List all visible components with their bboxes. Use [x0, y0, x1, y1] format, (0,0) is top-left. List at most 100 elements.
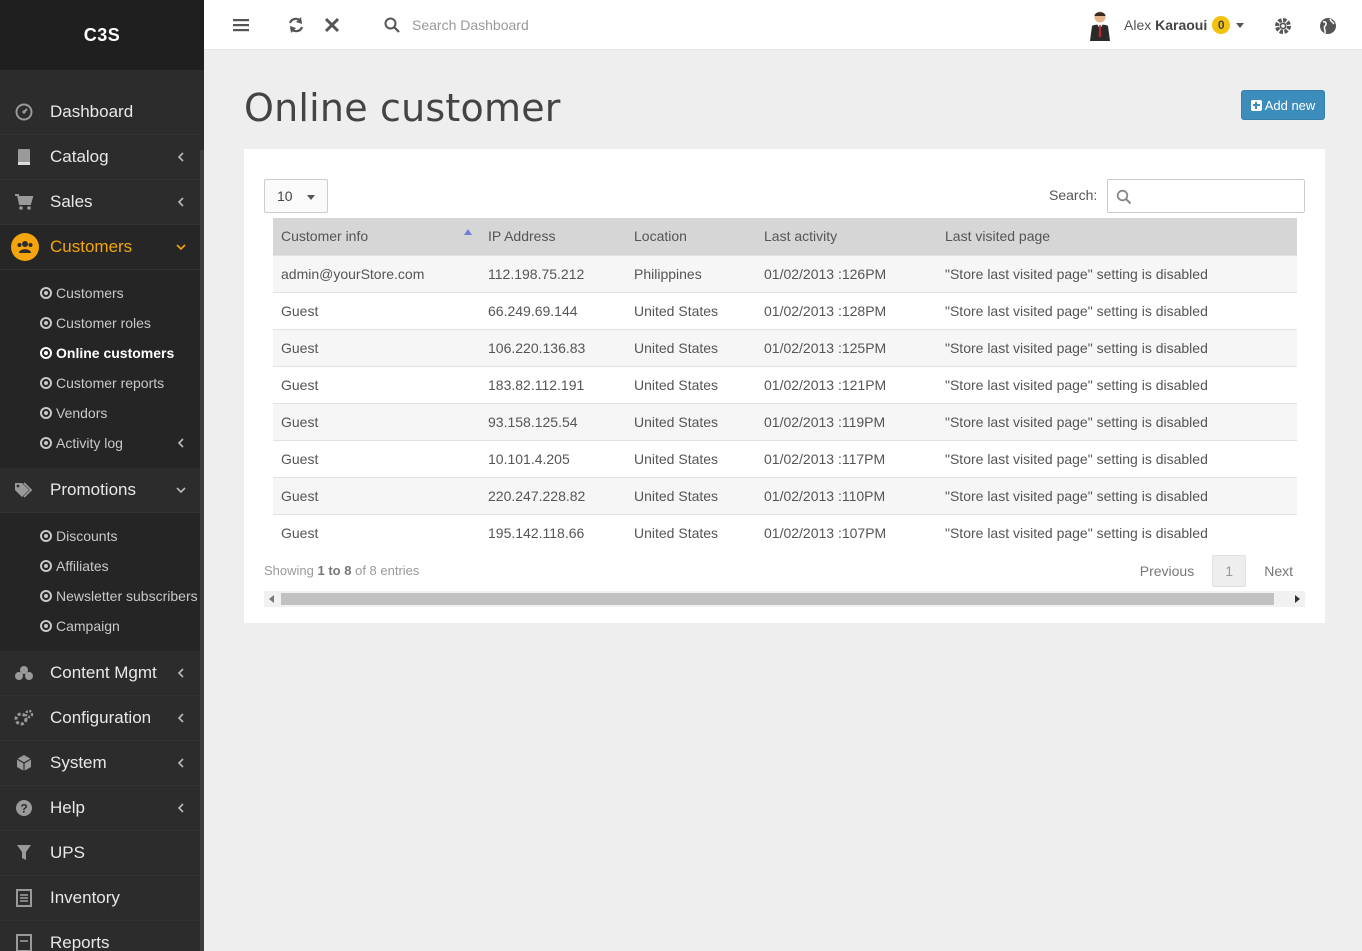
table-search-input[interactable]: [1138, 184, 1298, 208]
circle-dot-icon: [40, 437, 52, 449]
table-row[interactable]: Guest 66.249.69.144 United States 01/02/201…: [273, 291, 1297, 329]
submenu-label: Activity log: [56, 435, 123, 451]
submenu-item-newsletter-subscribers[interactable]: Newsletter subscribers: [0, 581, 200, 611]
table-row[interactable]: Guest 183.82.112.191 United States 01/02/20…: [273, 365, 1297, 403]
hamburger-menu-icon[interactable]: [231, 15, 251, 35]
cell-location: United States: [626, 328, 756, 366]
cell-last-activity: 01/02/2013 :119PM: [756, 402, 937, 440]
sidebar-item-content-mgmt[interactable]: Content Mgmt: [0, 651, 200, 696]
next-page-button[interactable]: Next: [1252, 563, 1305, 579]
previous-page-button[interactable]: Previous: [1128, 563, 1206, 579]
cell-ip-address: 183.82.112.191: [480, 365, 626, 403]
page-length-value: 10: [277, 188, 293, 204]
sidebar-item-dashboard[interactable]: Dashboard: [0, 90, 200, 135]
sidebar-item-customers[interactable]: Customers: [0, 225, 200, 270]
chevron-left-icon: [177, 803, 184, 813]
cell-location: United States: [626, 402, 756, 440]
add-new-button[interactable]: Add new: [1241, 90, 1325, 120]
circle-dot-icon: [40, 347, 52, 359]
book-icon: [14, 147, 34, 167]
sidebar-item-label: Inventory: [50, 888, 120, 907]
sidebar-item-label: Content Mgmt: [50, 663, 157, 682]
column-header-ip-address[interactable]: IP Address: [480, 218, 626, 255]
circle-dot-icon: [40, 377, 52, 389]
notification-badge: 0: [1212, 16, 1231, 34]
user-name: Alex Karaoui: [1124, 17, 1207, 33]
cube-icon: [14, 753, 34, 773]
scrollbar-thumb[interactable]: [281, 593, 1274, 605]
table-row[interactable]: Guest 106.220.136.83 United States 01/02/20…: [273, 328, 1297, 366]
circle-dot-icon: [40, 560, 52, 572]
globe-icon[interactable]: [1318, 16, 1338, 36]
sidebar-item-sales[interactable]: Sales: [0, 180, 200, 225]
submenu-item-customer-reports[interactable]: Customer reports: [0, 368, 200, 398]
submenu-item-customer-roles[interactable]: Customer roles: [0, 308, 200, 338]
column-header-label: Last activity: [764, 228, 838, 245]
sidebar-item-label: Dashboard: [50, 102, 134, 121]
table-search-box[interactable]: [1107, 179, 1305, 213]
gear-icon[interactable]: [1273, 16, 1293, 36]
table-row[interactable]: Guest 220.247.228.82 United States 01/02/20…: [273, 476, 1297, 514]
page-number-button[interactable]: 1: [1212, 555, 1247, 587]
cell-last-visited-page: "Store last visited page" setting is dis…: [937, 254, 1297, 292]
dashboard-search-input[interactable]: [412, 12, 712, 38]
sidebar-scrollbar[interactable]: [200, 150, 204, 951]
submenu-item-discounts[interactable]: Discounts: [0, 521, 200, 551]
cell-location: United States: [626, 513, 756, 551]
cell-ip-address: 106.220.136.83: [480, 328, 626, 366]
cell-customer-info: Guest: [273, 513, 480, 551]
sidebar-item-system[interactable]: System: [0, 741, 200, 786]
submenu-item-customers[interactable]: Customers: [0, 278, 200, 308]
chevron-left-icon: [177, 758, 184, 768]
column-header-location[interactable]: Location: [626, 218, 756, 255]
submenu-label: Vendors: [56, 405, 108, 421]
sidebar-item-help[interactable]: ? Help: [0, 786, 200, 831]
cell-last-activity: 01/02/2013 :121PM: [756, 365, 937, 403]
dashboard-icon: [14, 102, 34, 122]
column-header-last-visited-page[interactable]: Last visited page: [937, 218, 1297, 255]
submenu-item-affiliates[interactable]: Affiliates: [0, 551, 200, 581]
table-row[interactable]: Guest 93.158.125.54 United States 01/02/201…: [273, 402, 1297, 440]
column-header-last-activity[interactable]: Last activity: [756, 218, 937, 255]
submenu-item-campaign[interactable]: Campaign: [0, 611, 200, 641]
cell-last-activity: 01/02/2013 :117PM: [756, 439, 937, 477]
submenu-item-activity-log[interactable]: Activity log: [0, 428, 200, 458]
svg-text:?: ?: [20, 802, 27, 816]
column-header-customer-info[interactable]: Customer info: [273, 218, 480, 255]
table-row[interactable]: Guest 195.142.118.66 United States 01/02/20…: [273, 513, 1297, 551]
table-row[interactable]: admin@yourStore.com 112.198.75.212 Philipp…: [273, 254, 1297, 292]
cell-ip-address: 112.198.75.212: [480, 254, 626, 292]
sidebar-item-ups[interactable]: UPS: [0, 831, 200, 876]
submenu-label: Campaign: [56, 618, 120, 634]
refresh-icon[interactable]: [286, 15, 306, 35]
cell-location: United States: [626, 291, 756, 329]
customers-submenu: Customers Customer roles Online customer…: [0, 270, 200, 468]
sidebar-item-label: Customers: [50, 237, 133, 256]
submenu-label: Customers: [56, 285, 124, 301]
scroll-left-icon[interactable]: [269, 595, 274, 603]
sidebar-item-promotions[interactable]: Promotions: [0, 468, 200, 513]
user-menu[interactable]: Alex Karaoui 0: [1084, 10, 1245, 41]
table-row[interactable]: Guest 10.101.4.205 United States 01/02/2013…: [273, 439, 1297, 477]
cell-location: United States: [626, 476, 756, 514]
cell-last-visited-page: "Store last visited page" setting is dis…: [937, 365, 1297, 403]
sidebar-item-configuration[interactable]: Configuration: [0, 696, 200, 741]
brand-logo[interactable]: C3S: [0, 0, 204, 70]
submenu-item-online-customers[interactable]: Online customers: [0, 338, 200, 368]
sidebar-item-catalog[interactable]: Catalog: [0, 135, 200, 180]
column-header-label: Location: [634, 228, 687, 245]
sort-asc-icon: [464, 229, 472, 235]
horizontal-scrollbar[interactable]: [264, 591, 1305, 607]
cell-last-activity: 01/02/2013 :128PM: [756, 291, 937, 329]
page-length-select[interactable]: 10: [264, 179, 328, 213]
cell-last-visited-page: "Store last visited page" setting is dis…: [937, 291, 1297, 329]
cell-last-visited-page: "Store last visited page" setting is dis…: [937, 513, 1297, 551]
close-icon[interactable]: [322, 15, 342, 35]
scroll-right-icon[interactable]: [1295, 595, 1300, 603]
user-last-name: Karaoui: [1155, 17, 1208, 33]
cell-customer-info: Guest: [273, 291, 480, 329]
cell-ip-address: 66.249.69.144: [480, 291, 626, 329]
submenu-item-vendors[interactable]: Vendors: [0, 398, 200, 428]
sidebar-item-reports[interactable]: Reports: [0, 921, 200, 951]
sidebar-item-inventory[interactable]: Inventory: [0, 876, 200, 921]
